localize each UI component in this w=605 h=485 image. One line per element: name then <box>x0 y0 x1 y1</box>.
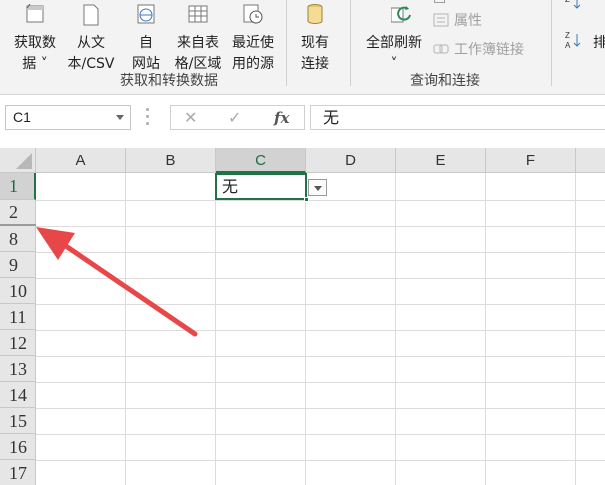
column-header-g[interactable] <box>576 148 605 173</box>
from-text-icon <box>83 4 99 26</box>
name-box[interactable]: C1 <box>5 105 131 130</box>
from-table-range-button[interactable]: 来自表 格/区域 <box>172 5 224 72</box>
existing-connections-icon <box>307 4 323 25</box>
row-header-11[interactable]: 11 <box>0 304 36 330</box>
formula-input[interactable]: 无 <box>310 105 605 130</box>
grid-line <box>485 173 486 485</box>
row-header-16[interactable]: 16 <box>0 434 36 460</box>
column-header-e[interactable]: E <box>396 148 486 173</box>
svg-text:A: A <box>565 41 571 50</box>
grid-line <box>575 173 576 485</box>
workbook-links-button[interactable]: 工作簿链接 <box>433 40 524 60</box>
get-data-icon <box>26 4 44 23</box>
properties-icon <box>433 13 449 27</box>
sort-az-icon: Z <box>565 0 581 9</box>
row-header-8[interactable]: 8 <box>0 226 36 252</box>
formula-buttons: ✕ ✓ fx <box>170 105 305 130</box>
sort-button[interactable]: 排 <box>593 12 605 62</box>
formula-bar: C1 ✕ ✓ fx 无 <box>0 95 605 148</box>
grid-line <box>36 408 605 409</box>
table-icon <box>188 5 208 23</box>
column-header-b[interactable]: B <box>126 148 216 173</box>
grid-line <box>125 173 126 485</box>
grid-line <box>305 173 306 485</box>
group-label-queries-connections: 查询和连接 <box>410 73 480 89</box>
column-header-f[interactable]: F <box>486 148 576 173</box>
worksheet-grid: A B C D E F 1 2 8 9 10 11 12 13 14 15 16… <box>0 148 605 485</box>
row-header-12[interactable]: 12 <box>0 330 36 356</box>
ribbon-separator <box>551 0 552 86</box>
row-header-15[interactable]: 15 <box>0 408 36 434</box>
ribbon-separator <box>350 0 351 86</box>
recent-sources-icon <box>243 4 263 24</box>
group-label-get-transform: 获取和转换数据 <box>120 73 218 89</box>
grid-line <box>215 173 216 485</box>
grid-line <box>36 226 605 227</box>
grid-line <box>36 330 605 331</box>
row-header-13[interactable]: 13 <box>0 356 36 382</box>
from-text-csv-button[interactable]: 从文 本/CSV <box>66 4 116 72</box>
fill-handle[interactable] <box>304 197 309 202</box>
grid-line <box>36 382 605 383</box>
row-header-2[interactable]: 2 <box>0 200 36 226</box>
cancel-icon[interactable]: ✕ <box>184 108 197 128</box>
grid-line <box>36 356 605 357</box>
grid-line <box>36 252 605 253</box>
refresh-all-button[interactable]: 全部刷新 ˅ <box>362 6 426 72</box>
insert-function-icon[interactable]: fx <box>274 108 289 128</box>
row-header-9[interactable]: 9 <box>0 252 36 278</box>
existing-connections-button[interactable]: 现有 连接 <box>295 4 335 72</box>
column-header-a[interactable]: A <box>36 148 126 173</box>
grid-line <box>36 200 605 201</box>
grid-line <box>36 434 605 435</box>
svg-text:Z: Z <box>565 31 570 40</box>
grid-line <box>36 460 605 461</box>
row-header-10[interactable]: 10 <box>0 278 36 304</box>
column-header-c[interactable]: C <box>216 148 306 173</box>
queries-connections-button[interactable]: ▭ <box>433 0 446 10</box>
active-cell-c1[interactable]: 无 <box>215 173 309 202</box>
web-icon <box>137 4 155 24</box>
grid-line <box>395 173 396 485</box>
grid-line <box>36 278 605 279</box>
chevron-down-icon[interactable] <box>116 115 124 120</box>
row-header-17[interactable]: 17 <box>0 460 36 485</box>
from-web-button[interactable]: 自网站 <box>128 4 164 72</box>
sort-descending-button[interactable]: ZA <box>565 30 581 52</box>
properties-button[interactable]: 属性 <box>433 11 482 31</box>
row-header-1[interactable]: 1 <box>0 173 36 200</box>
enter-icon[interactable]: ✓ <box>228 108 241 128</box>
get-data-button[interactable]: 获取数据 ˅ <box>10 4 60 72</box>
svg-text:Z: Z <box>565 0 570 4</box>
data-validation-dropdown-button[interactable] <box>308 179 327 196</box>
refresh-icon <box>391 6 411 23</box>
link-icon <box>433 44 449 54</box>
column-header-d[interactable]: D <box>306 148 396 173</box>
ribbon-separator <box>286 0 287 86</box>
select-all-button[interactable] <box>0 148 36 173</box>
grid-line <box>36 304 605 305</box>
ribbon: 获取数据 ˅ 从文 本/CSV 自网站 来自表 格/区域 最近使 用的源 现有 … <box>0 0 605 95</box>
row-header-14[interactable]: 14 <box>0 382 36 408</box>
formula-bar-resize-handle[interactable] <box>146 108 150 126</box>
recent-sources-button[interactable]: 最近使 用的源 <box>228 4 278 72</box>
hidden-rows-marker <box>0 224 36 226</box>
sort-ascending-button[interactable]: Z <box>565 0 581 14</box>
sort-za-icon: ZA <box>565 31 581 50</box>
